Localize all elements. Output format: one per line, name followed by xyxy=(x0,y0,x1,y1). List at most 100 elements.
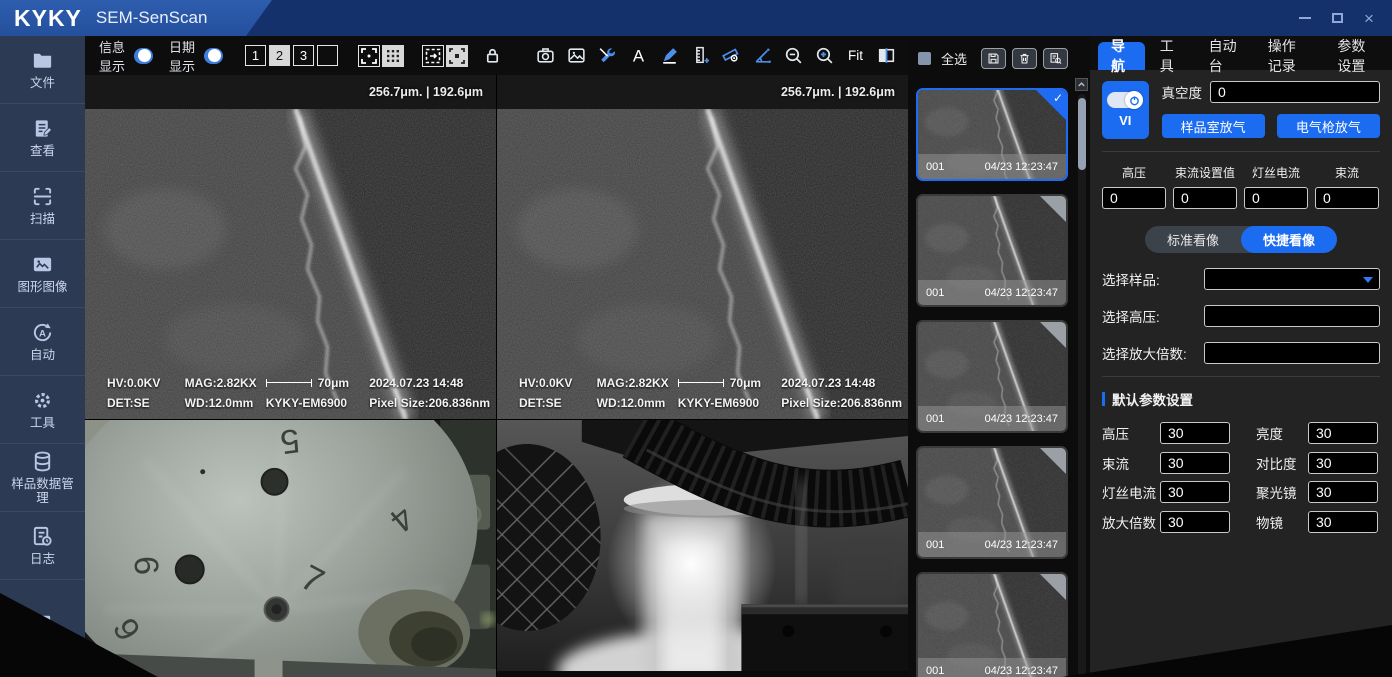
thumbnail-item[interactable]: 001 04/23 12:23:47 xyxy=(916,194,1068,307)
datetime-readout: 2024.07.23 14:48 xyxy=(781,373,902,393)
select-hv-input[interactable] xyxy=(1204,305,1380,327)
param-brightness-input[interactable] xyxy=(1308,422,1378,444)
thumbnail-item[interactable]: ✓ 001 04/23 12:23:47 xyxy=(916,88,1068,181)
select-hv-label: 选择高压: xyxy=(1102,306,1204,326)
layout-button-2[interactable]: 2 xyxy=(269,45,290,66)
scan-frame-button[interactable] xyxy=(358,45,380,67)
split-view-button[interactable] xyxy=(876,43,897,69)
param-condenser-input[interactable] xyxy=(1308,481,1378,503)
param-hv-input[interactable] xyxy=(1160,422,1230,444)
thumbnail-id: 001 xyxy=(926,665,944,677)
scrollbar-track[interactable] xyxy=(1078,94,1086,677)
scrollbar-thumb[interactable] xyxy=(1078,98,1086,170)
sem-view-2[interactable]: 256.7μm. | 192.6μm HV:0.0KV DET:SE MAG:2… xyxy=(497,75,908,419)
select-mag-input[interactable] xyxy=(1204,342,1380,364)
sidebar-item-sample-data[interactable]: 样品数据管理 xyxy=(0,444,85,512)
sidebar-item-label: 样品数据管理 xyxy=(11,477,75,505)
sidebar-item-auto[interactable]: A 自动 xyxy=(0,308,85,376)
database-icon xyxy=(31,450,54,473)
chamber-camera-column-view[interactable] xyxy=(497,420,908,677)
vi-toggle-button[interactable]: VI xyxy=(1102,81,1149,139)
thumbnail-item[interactable]: 001 04/23 12:23:47 xyxy=(916,320,1068,433)
measure-view-button[interactable] xyxy=(721,43,742,69)
param-beam-input[interactable] xyxy=(1160,452,1230,474)
info-display-toggle[interactable] xyxy=(134,48,153,64)
thumbnail-item[interactable]: 001 04/23 12:23:47 xyxy=(916,446,1068,559)
vacuum-input[interactable] xyxy=(1210,81,1380,103)
select-area-button[interactable] xyxy=(446,45,468,67)
sidebar-item-partial[interactable] xyxy=(0,610,85,633)
tab-parameter-settings[interactable]: 参数设置 xyxy=(1324,42,1392,70)
select-sample-dropdown[interactable] xyxy=(1204,268,1380,290)
beam-input[interactable] xyxy=(1315,187,1379,209)
ruler-button[interactable] xyxy=(690,43,711,69)
camera-button[interactable] xyxy=(535,43,556,69)
lock-icon xyxy=(482,45,503,66)
sidebar-item-view[interactable]: 查看 xyxy=(0,104,85,172)
info-display-label: 信息显示 xyxy=(99,37,127,75)
sem-info-overlay: HV:0.0KV DET:SE MAG:2.82KX WD:12.0mm 70μ… xyxy=(519,373,902,413)
param-mag-input[interactable] xyxy=(1160,511,1230,533)
param-filament-input[interactable] xyxy=(1160,481,1230,503)
wd-readout: WD:12.0mm xyxy=(597,393,678,413)
quick-imaging-button[interactable]: 快捷看像 xyxy=(1241,226,1337,253)
continuous-scan-button[interactable] xyxy=(422,45,444,67)
close-icon[interactable]: × xyxy=(1360,9,1378,27)
delete-icon xyxy=(1018,52,1031,65)
image-tools-button[interactable] xyxy=(597,43,618,69)
select-all-checkbox[interactable] xyxy=(918,52,931,65)
sidebar-item-graphics[interactable]: 图形图像 xyxy=(0,240,85,308)
log-icon xyxy=(31,525,54,548)
sidebar-item-tools[interactable]: 工具 xyxy=(0,376,85,444)
layout-button-3[interactable]: 3 xyxy=(293,45,314,66)
delete-button[interactable] xyxy=(1012,48,1037,69)
chamber-vent-button[interactable]: 样品室放气 xyxy=(1162,114,1265,138)
standard-imaging-button[interactable]: 标准看像 xyxy=(1145,226,1241,253)
zoom-out-button[interactable] xyxy=(783,43,804,69)
fit-button[interactable]: Fit xyxy=(845,48,866,63)
text-annotation-button[interactable]: A xyxy=(628,43,649,69)
scroll-up-button[interactable] xyxy=(1075,78,1088,91)
param-objective-input[interactable] xyxy=(1308,511,1378,533)
save-button[interactable] xyxy=(981,48,1006,69)
layout-button-1[interactable]: 1 xyxy=(245,45,266,66)
tab-navigation[interactable]: 导航 xyxy=(1098,42,1145,70)
hv-input[interactable] xyxy=(1102,187,1166,209)
select-all-label: 全选 xyxy=(941,49,967,68)
lock-button[interactable] xyxy=(482,43,503,69)
date-display-toggle[interactable] xyxy=(204,48,223,64)
preview-button[interactable] xyxy=(1043,48,1068,69)
preview-icon xyxy=(1049,52,1062,65)
view-icon xyxy=(31,117,54,140)
dither-mode-button[interactable] xyxy=(382,45,404,67)
measure-view-icon xyxy=(721,45,742,66)
chamber-camera-stage-view[interactable]: 5 4 7 6 9 xyxy=(85,420,496,677)
angle-measure-icon xyxy=(752,45,773,66)
minimize-icon[interactable] xyxy=(1296,9,1314,27)
thumbnail-datetime: 04/23 12:23:47 xyxy=(985,413,1058,425)
thumbnail-id: 001 xyxy=(926,539,944,551)
tab-tools[interactable]: 工具 xyxy=(1147,42,1194,70)
layout-button-4[interactable] xyxy=(317,45,338,66)
snapshot-button[interactable] xyxy=(566,43,587,69)
param-contrast-input[interactable] xyxy=(1308,452,1378,474)
sidebar-item-scan[interactable]: 扫描 xyxy=(0,172,85,240)
svg-text:6: 6 xyxy=(126,555,165,576)
angle-measure-button[interactable] xyxy=(752,43,773,69)
zoom-in-button[interactable] xyxy=(814,43,835,69)
svg-text:A: A xyxy=(39,328,46,339)
sidebar-item-files[interactable]: 文件 xyxy=(0,36,85,104)
beam-set-input[interactable] xyxy=(1173,187,1237,209)
tab-auto-stage[interactable]: 自动台 xyxy=(1196,42,1253,70)
gun-vent-button[interactable]: 电气枪放气 xyxy=(1277,114,1380,138)
thumbnail-item[interactable]: 001 04/23 12:23:47 xyxy=(916,572,1068,677)
vi-label: VI xyxy=(1119,113,1131,128)
filament-input[interactable] xyxy=(1244,187,1308,209)
sidebar-item-label: 工具 xyxy=(30,416,55,430)
maximize-icon[interactable] xyxy=(1328,9,1346,27)
sidebar-item-log[interactable]: 日志 xyxy=(0,512,85,580)
tab-operation-log[interactable]: 操作记录 xyxy=(1255,42,1323,70)
fold-corner-icon xyxy=(1040,448,1066,474)
draw-button[interactable] xyxy=(659,43,680,69)
sem-view-1[interactable]: 256.7μm. | 192.6μm HV:0.0KV DET:SE MAG:2… xyxy=(85,75,496,419)
